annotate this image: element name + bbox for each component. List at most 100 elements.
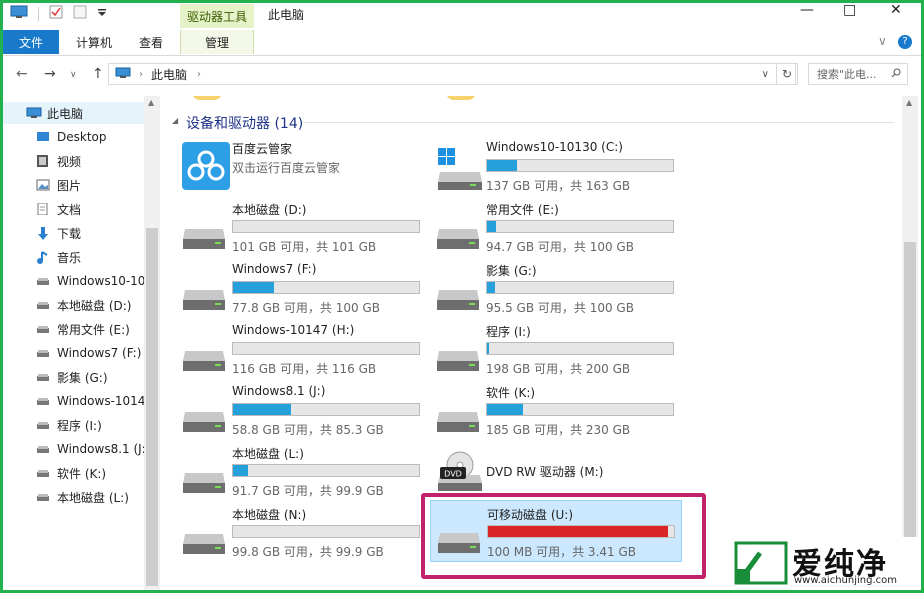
watermark-logo-icon	[734, 541, 788, 585]
nav-item-label: 此电脑	[47, 106, 84, 121]
nav-item-label: 下载	[57, 226, 82, 241]
tile-drive-f[interactable]: Windows7 (F:) 77.8 GB 可用，共 100 GB	[180, 262, 430, 318]
drive-icon	[183, 229, 225, 249]
capacity-bar	[232, 342, 420, 355]
drive-icon	[437, 351, 479, 371]
capacity-text: 185 GB 可用，共 230 GB	[486, 423, 631, 437]
baidu-cloud-icon	[182, 142, 230, 190]
nav-item-videos[interactable]: 视频	[0, 150, 160, 172]
drive-icon	[183, 351, 225, 371]
forward-icon[interactable]: →	[44, 66, 56, 82]
group-collapse-icon[interactable]: ◢	[172, 116, 178, 125]
drive-icon	[437, 412, 479, 432]
tile-name: 本地磁盘 (D:)	[232, 203, 307, 217]
new-folder-icon[interactable]	[73, 5, 87, 22]
drive-tools-context-tab: 驱动器工具	[180, 4, 254, 28]
capacity-bar	[486, 403, 674, 416]
nav-item-pictures[interactable]: 图片	[0, 174, 160, 196]
nav-item-documents[interactable]: 文档	[0, 198, 160, 220]
nav-item-drive-g[interactable]: 影集 (G:)	[0, 366, 160, 388]
nav-item-label: Windows-1014	[57, 394, 146, 408]
music-icon	[36, 251, 50, 264]
windows-drive-icon	[438, 148, 482, 190]
nav-item-drive-c[interactable]: Windows10-10	[0, 270, 160, 292]
folder-icon	[446, 96, 476, 100]
drive-icon	[437, 229, 479, 249]
up-icon[interactable]: ↑	[92, 66, 104, 82]
scroll-up-icon[interactable]: ▲	[906, 98, 912, 107]
nav-item-label: 视频	[57, 154, 82, 169]
content-scrollbar[interactable]: ▲	[902, 96, 918, 593]
tile-drive-l[interactable]: 本地磁盘 (L:) 91.7 GB 可用，共 99.9 GB	[180, 445, 430, 501]
drive-icon	[183, 534, 225, 554]
scrollbar-thumb[interactable]	[146, 228, 158, 586]
recent-locations-icon[interactable]: ∨	[70, 70, 77, 80]
tile-drive-e[interactable]: 常用文件 (E:) 94.7 GB 可用，共 100 GB	[434, 201, 684, 257]
dvd-drive-icon: DVD	[438, 451, 482, 491]
capacity-text: 95.5 GB 可用，共 100 GB	[486, 301, 634, 315]
drive-icon	[183, 290, 225, 310]
nav-item-drive-i[interactable]: 程序 (I:)	[0, 414, 160, 436]
properties-icon[interactable]	[49, 5, 63, 22]
refresh-button[interactable]: ↻	[776, 63, 798, 85]
nav-item-drive-k[interactable]: 软件 (K:)	[0, 462, 160, 484]
ribbon-collapse-icon[interactable]: ∨	[878, 34, 887, 48]
nav-item-downloads[interactable]: 下载	[0, 222, 160, 244]
breadcrumb-chevron-icon[interactable]: ›	[197, 69, 201, 80]
address-bar[interactable]: › 此电脑 › ∨	[108, 63, 796, 85]
refresh-icon: ↻	[781, 67, 793, 81]
tile-name: Windows10-10130 (C:)	[486, 140, 623, 154]
title-bar: 驱动器工具 此电脑 — □ ✕	[0, 0, 924, 30]
capacity-bar	[486, 220, 674, 233]
tab-file[interactable]: 文件	[3, 30, 59, 54]
tab-computer[interactable]: 计算机	[66, 30, 122, 54]
tile-drive-j[interactable]: Windows8.1 (J:) 58.8 GB 可用，共 85.3 GB	[180, 384, 430, 440]
nav-item-label: 本地磁盘 (L:)	[57, 490, 129, 505]
address-dropdown-icon[interactable]: ∨	[762, 69, 769, 80]
drive-icon	[36, 467, 50, 479]
maximize-button[interactable]: □	[843, 2, 856, 18]
tab-manage[interactable]: 管理	[180, 30, 254, 54]
capacity-bar	[232, 403, 420, 416]
search-input[interactable]: 搜索"此电...	[808, 63, 908, 85]
close-button[interactable]: ✕	[890, 2, 902, 18]
nav-item-drive-h[interactable]: Windows-1014	[0, 390, 160, 412]
nav-pane-scrollbar[interactable]: ▲	[144, 96, 160, 593]
capacity-fill	[487, 160, 517, 171]
nav-item-desktop[interactable]: Desktop	[0, 126, 160, 148]
nav-item-drive-j[interactable]: Windows8.1 (J:	[0, 438, 160, 460]
tile-drive-h[interactable]: Windows-10147 (H:) 116 GB 可用，共 116 GB	[180, 323, 430, 379]
tile-name: 常用文件 (E:)	[486, 203, 559, 217]
tile-drive-n[interactable]: 本地磁盘 (N:) 99.8 GB 可用，共 99.9 GB	[180, 506, 430, 562]
breadcrumb-chevron-icon[interactable]: ›	[139, 69, 143, 80]
scrollbar-thumb[interactable]	[904, 242, 916, 562]
scroll-up-icon[interactable]: ▲	[148, 98, 154, 107]
tile-drive-k[interactable]: 软件 (K:) 185 GB 可用，共 230 GB	[434, 384, 684, 440]
nav-item-drive-l[interactable]: 本地磁盘 (L:)	[0, 486, 160, 508]
tile-drive-c[interactable]: Windows10-10130 (C:) 137 GB 可用，共 163 GB	[434, 140, 684, 196]
nav-item-label: 常用文件 (E:)	[57, 322, 130, 337]
tile-name: DVD RW 驱动器 (M:)	[486, 465, 604, 479]
capacity-text: 137 GB 可用，共 163 GB	[486, 179, 631, 193]
tile-drive-g[interactable]: 影集 (G:) 95.5 GB 可用，共 100 GB	[434, 262, 684, 318]
nav-item-music[interactable]: 音乐	[0, 246, 160, 268]
back-icon[interactable]: ←	[16, 66, 28, 82]
help-icon[interactable]: ?	[898, 35, 912, 49]
tile-drive-i[interactable]: 程序 (I:) 198 GB 可用，共 200 GB	[434, 323, 684, 379]
tab-view[interactable]: 查看	[128, 30, 174, 54]
drive-icon	[36, 299, 50, 311]
tile-drive-d[interactable]: 本地磁盘 (D:) 101 GB 可用，共 101 GB	[180, 201, 430, 257]
tile-baidu-cloud[interactable]: 百度云管家 双击运行百度云管家	[180, 140, 430, 196]
group-title[interactable]: 设备和驱动器 (14)	[186, 113, 303, 133]
nav-item-drive-d[interactable]: 本地磁盘 (D:)	[0, 294, 160, 316]
nav-item-drive-f[interactable]: Windows7 (F:)	[0, 342, 160, 364]
nav-item-this-pc[interactable]: 此电脑	[0, 102, 160, 124]
qat-dropdown-icon[interactable]	[97, 6, 107, 21]
capacity-text: 101 GB 可用，共 101 GB	[232, 240, 377, 254]
navigation-bar: ← → ∨ ↑ › 此电脑 › ∨ ↻ 搜索"此电...	[0, 60, 924, 90]
nav-item-drive-e[interactable]: 常用文件 (E:)	[0, 318, 160, 340]
pc-icon[interactable]	[10, 5, 28, 22]
capacity-bar	[232, 220, 420, 233]
breadcrumb-this-pc[interactable]: 此电脑	[151, 66, 187, 83]
minimize-button[interactable]: —	[800, 2, 814, 18]
